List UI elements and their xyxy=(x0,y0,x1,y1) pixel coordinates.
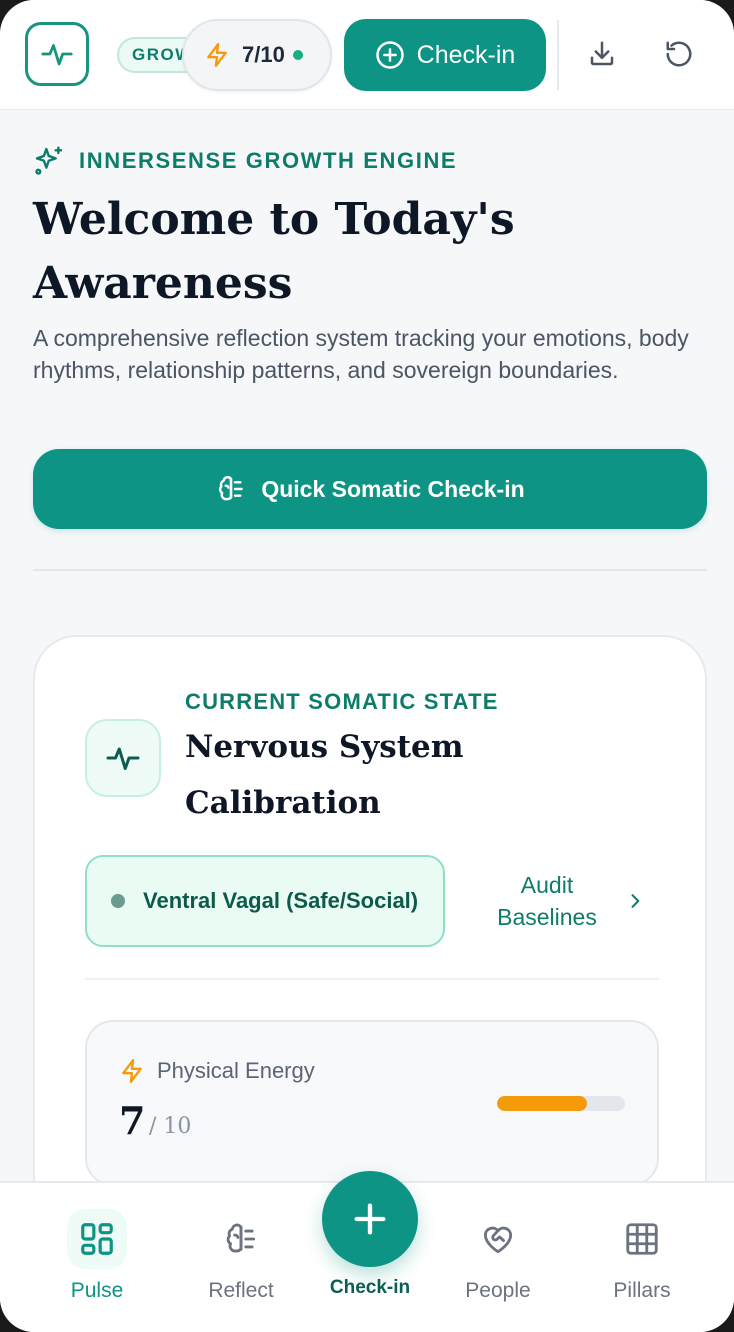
physical-energy-label: Physical Energy xyxy=(157,1058,315,1083)
nav-pulse-icon-wrap xyxy=(67,1209,127,1269)
nav-reflect-icon-wrap xyxy=(211,1209,271,1269)
nav-item-pulse-label: Pulse xyxy=(70,1279,124,1302)
page-title: Welcome to Today's Awareness xyxy=(33,194,515,309)
dashboard-icon xyxy=(81,1223,113,1255)
audit-baselines-link[interactable]: Audit Baselines xyxy=(475,869,659,933)
nav-item-reflect-label: Reflect xyxy=(208,1279,274,1302)
nav-item-people[interactable]: People xyxy=(438,1183,558,1332)
grid-icon xyxy=(626,1223,658,1255)
quick-somatic-checkin-label: Quick Somatic Check-in xyxy=(261,475,525,502)
sparkles-icon xyxy=(35,146,63,175)
state-eyebrow: CURRENT SOMATIC STATE xyxy=(185,689,499,714)
plus-circle-icon xyxy=(375,41,404,69)
reset-button[interactable] xyxy=(659,34,699,74)
app-frame: GROWTH 7/10 Check-in xyxy=(0,0,734,1332)
hero-eyebrow: INNERSENSE GROWTH ENGINE xyxy=(33,145,457,177)
quick-somatic-checkin-button[interactable]: Quick Somatic Check-in xyxy=(33,449,707,529)
physical-energy-label-row: Physical Energy xyxy=(119,1058,315,1084)
status-dot xyxy=(292,50,303,60)
brain-icon xyxy=(219,476,244,501)
logo-button[interactable] xyxy=(25,22,89,86)
nav-item-people-label: People xyxy=(465,1279,531,1302)
heart-handshake-icon xyxy=(483,1226,513,1254)
state-icon-tile xyxy=(85,719,161,797)
nav-item-pillars-label: Pillars xyxy=(613,1279,671,1302)
checkin-button[interactable]: Check-in xyxy=(344,19,546,91)
pulse-icon xyxy=(41,44,73,66)
pulse-icon xyxy=(106,747,140,770)
physical-energy-denominator: / 10 xyxy=(149,1114,192,1139)
brain-icon xyxy=(226,1223,256,1253)
download-icon xyxy=(590,41,614,66)
checkin-button-label: Check-in xyxy=(416,40,516,69)
top-bar: GROWTH 7/10 Check-in xyxy=(0,0,734,110)
nav-item-reflect[interactable]: Reflect xyxy=(181,1183,301,1332)
physical-energy-bar xyxy=(497,1096,625,1111)
physical-energy-value: 7 xyxy=(119,1098,146,1143)
nav-pillars-icon-wrap xyxy=(612,1209,672,1269)
hero-eyebrow-text: INNERSENSE GROWTH ENGINE xyxy=(79,148,458,173)
reset-icon xyxy=(666,41,692,67)
energy-value: 7/10 xyxy=(242,42,285,67)
nav-item-pillars[interactable]: Pillars xyxy=(582,1183,702,1332)
physical-energy-card: Physical Energy 7 / 10 xyxy=(85,1020,659,1186)
lightning-icon xyxy=(122,1058,142,1084)
state-title: Nervous System Calibration xyxy=(185,729,464,821)
chevron-right-icon xyxy=(631,894,640,908)
section-divider xyxy=(33,569,707,571)
energy-pill[interactable]: 7/10 xyxy=(182,19,332,91)
audit-baselines-label: Audit Baselines xyxy=(497,872,597,930)
toolbar-divider xyxy=(557,20,559,90)
card-divider xyxy=(85,978,659,980)
lightning-icon xyxy=(207,42,227,68)
nav-item-checkin-fab[interactable] xyxy=(322,1171,418,1267)
state-badge[interactable]: Ventral Vagal (Safe/Social) xyxy=(85,855,445,947)
plus-icon xyxy=(354,1203,386,1235)
download-button[interactable] xyxy=(582,34,622,74)
state-dot xyxy=(111,894,125,908)
nav-item-checkin-label: Check-in xyxy=(329,1277,411,1298)
nav-people-icon-wrap xyxy=(468,1209,528,1269)
state-badge-label: Ventral Vagal (Safe/Social) xyxy=(143,888,419,913)
page-description: A comprehensive reflection system tracki… xyxy=(33,325,689,383)
physical-energy-bar-fill xyxy=(497,1096,587,1111)
nav-item-pulse[interactable]: Pulse xyxy=(37,1183,157,1332)
